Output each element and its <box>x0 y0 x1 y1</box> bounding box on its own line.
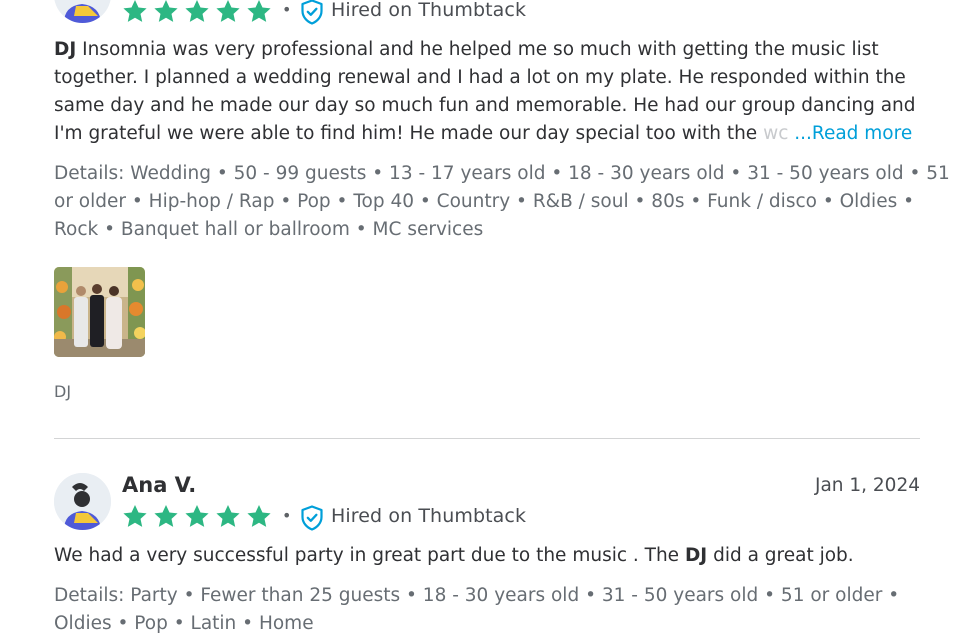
review-text-segment: I'm grateful we were able to find him! H… <box>54 123 758 144</box>
details-line: Details: Party • Fewer than 25 guests • … <box>54 585 900 606</box>
shield-check-icon <box>300 505 324 531</box>
review-date: Jan 1, 2024 <box>814 475 920 496</box>
star-icon <box>245 503 273 530</box>
review-text-line: same day and he made our day so much fun… <box>54 95 916 116</box>
star-icon <box>183 0 211 25</box>
shield-check-icon <box>300 0 324 25</box>
star-icon <box>121 0 149 25</box>
divider <box>54 438 920 439</box>
details-line: Rock • Banquet hall or ballroom • MC ser… <box>54 219 484 240</box>
star-icon <box>183 503 211 530</box>
rating-stars <box>121 503 273 530</box>
truncated-text-fade: wc <box>763 123 789 144</box>
details-line: or older • Hip-hop / Rap • Pop • Top 40 … <box>54 191 915 212</box>
review-text-segment: Insomnia was very professional and he he… <box>82 39 879 60</box>
hired-on-thumbtack-label: Hired on Thumbtack <box>331 505 527 527</box>
review-text-segment: We had a very successful party in great … <box>54 545 685 566</box>
review-details: Details: Party • Fewer than 25 guests • … <box>54 582 924 638</box>
review-text-line: We had a very successful party in great … <box>54 542 922 570</box>
star-icon <box>214 503 242 530</box>
star-icon <box>152 503 180 530</box>
review-bold-word: DJ <box>684 545 708 566</box>
review-text-line: I'm grateful we were able to find him! H… <box>54 120 922 148</box>
review-text: We had a very successful party in great … <box>54 542 922 570</box>
avatar <box>54 0 111 23</box>
reviewer-name: Ana V. <box>122 473 197 497</box>
separator-dot: • <box>282 0 292 19</box>
separator-dot: • <box>282 506 292 525</box>
review-bold-lead: DJ <box>54 39 77 60</box>
read-more-link[interactable]: ...Read more <box>794 123 912 144</box>
star-icon <box>214 0 242 25</box>
review-details: Details: Wedding • 50 - 99 guests • 13 -… <box>54 160 950 244</box>
details-line: Oldies • Pop • Latin • Home <box>54 613 314 634</box>
review-text-line: DJ Insomnia was very professional and he… <box>54 36 922 64</box>
star-icon <box>121 503 149 530</box>
review-photo-thumbnail[interactable] <box>54 267 145 357</box>
review-text-line: together. I planned a wedding renewal an… <box>54 67 906 88</box>
avatar <box>54 473 111 530</box>
hired-on-thumbtack-label: Hired on Thumbtack <box>331 0 527 21</box>
rating-stars <box>121 0 273 25</box>
photo-caption: DJ <box>54 382 72 401</box>
reviews-page: • Hired on Thumbtack DJ Insomnia was ver… <box>0 0 960 640</box>
review-text-segment: did a great job. <box>707 545 854 566</box>
review-text: DJ Insomnia was very professional and he… <box>54 36 922 148</box>
star-icon <box>152 0 180 25</box>
details-line: Details: Wedding • 50 - 99 guests • 13 -… <box>54 163 950 184</box>
star-icon <box>245 0 273 25</box>
